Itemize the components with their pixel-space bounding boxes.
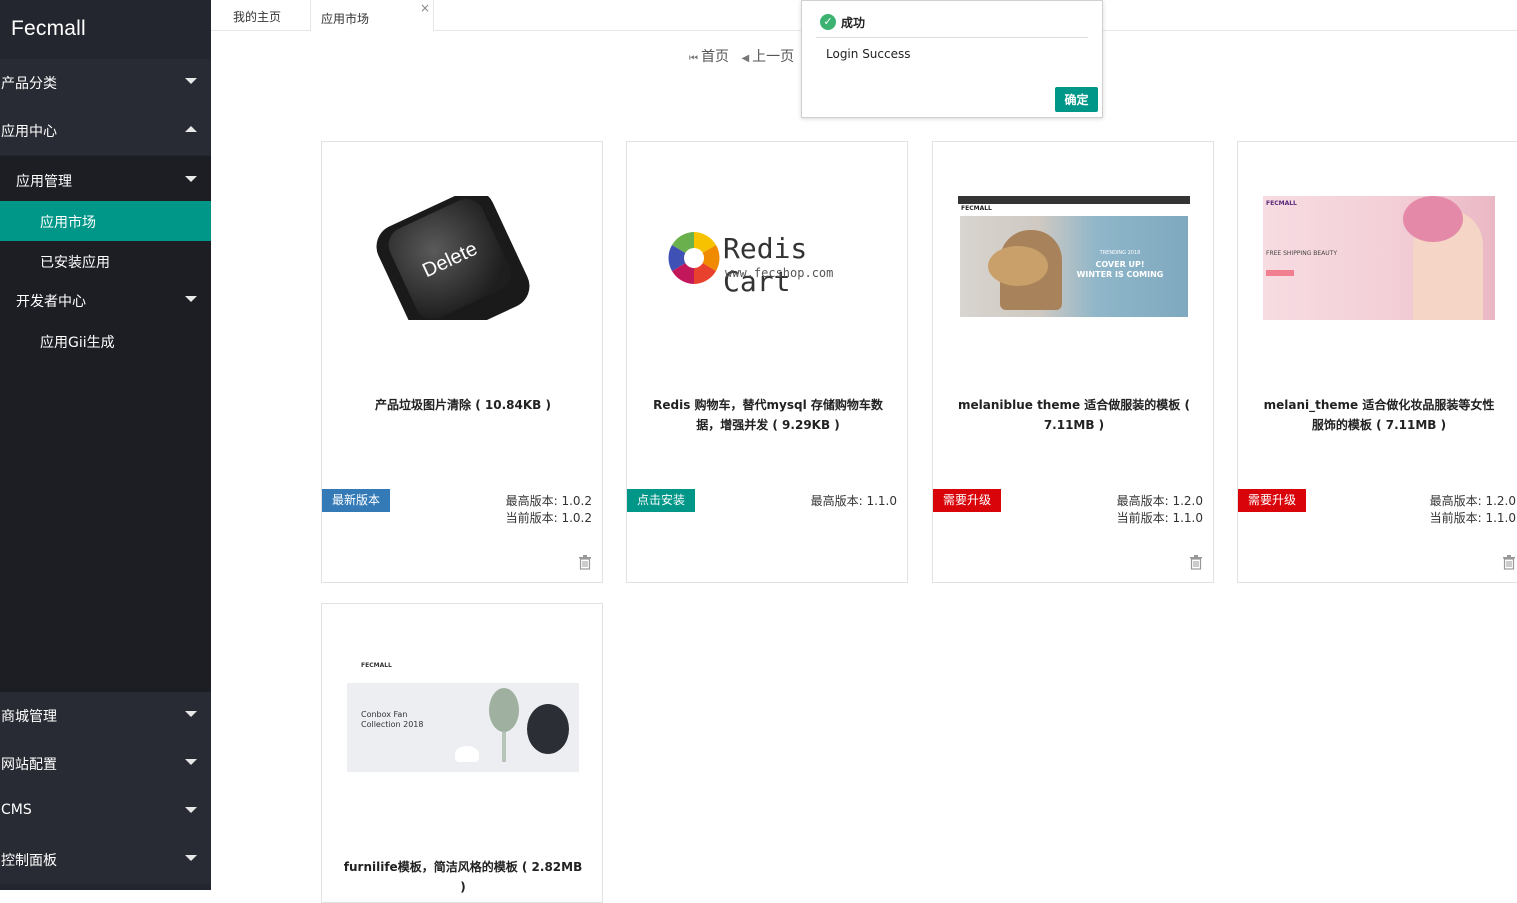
sidebar-item-site-config[interactable]: 网站配置 [0,740,211,788]
trash-icon[interactable] [1189,554,1203,570]
trash-icon[interactable] [1502,554,1516,570]
sidebar-item-cms[interactable]: CMS [0,788,211,836]
tab-home[interactable]: 我的主页 [211,0,311,31]
current-version-text: 当前版本: 1.1.0 [1116,511,1203,525]
dialog-header: ✓ 成功 [816,12,1088,38]
banner-text-collection: Collection 2018 [361,720,424,729]
prev-page-icon: ◀ [741,53,750,64]
dialog-message: Login Success [826,47,911,61]
upgrade-button[interactable]: 需要升级 [1238,489,1307,512]
sidebar: Fecmall 产品分类 应用中心 应用管理 应用市场 已安装应用 开发者中心 … [0,0,211,890]
screenshot-logo: FECMALL [1266,200,1297,207]
screenshot-header: FECMALL [958,204,1190,216]
screenshot-header: FECMALL [347,648,579,684]
sidebar-submenu: 应用管理 应用市场 已安装应用 开发者中心 应用Gii生成 [0,156,211,692]
sidebar-item-label: 应用中心 [1,124,57,140]
prev-page-label: 上一页 [752,49,795,65]
screenshot-logo: FECMALL [961,205,992,212]
redis-cart-logo-title: Redis Cart [723,232,808,298]
banner-text-cover: COVER UP! [1095,260,1145,269]
screenshot-topbar [958,196,1190,204]
sidebar-item-label: 开发者中心 [16,294,86,310]
app-title: 产品垃圾图片清除 ( 10.84KB ) [375,398,551,412]
latest-version-text: 最高版本: 1.2.0 [1116,494,1203,508]
app-title: furnilife模板，简洁风格的模板 ( 2.82MB ) [343,860,583,894]
sidebar-item-label: CMS [1,802,32,818]
app-card: Redis Cart www.fecshop.com Redis 购物车，替代m… [626,141,908,583]
latest-version-text: 最高版本: 1.0.2 [505,494,592,508]
screenshot-banner: TRENDING 2018 COVER UP! WINTER IS COMING [960,216,1188,317]
dialog-title: 成功 [841,16,866,30]
sidebar-item-label: 产品分类 [1,76,57,92]
close-icon[interactable]: × [420,1,430,15]
melani-screenshot: FECMALL FREE SHIPPING BEAUTY [1263,196,1495,320]
latest-version-badge[interactable]: 最新版本 [322,489,391,512]
sidebar-item-label: 应用管理 [16,174,72,190]
sidebar-item-label: 商城管理 [1,709,57,725]
chevron-down-icon [185,759,197,765]
current-version-text: 当前版本: 1.1.0 [1429,511,1516,525]
sidebar-item-installed-apps[interactable]: 已安装应用 [0,241,211,281]
screenshot-logo: FECMALL [361,662,392,669]
chevron-up-icon [185,126,197,132]
app-card: FECMALL FREE SHIPPING BEAUTY melani_them… [1237,141,1517,583]
first-page-label: 首页 [701,49,729,65]
latest-version-text: 最高版本: 1.2.0 [1429,494,1516,508]
upgrade-button[interactable]: 需要升级 [933,489,1002,512]
banner-text-fan: Conbox Fan [361,710,408,719]
furnilife-screenshot: FECMALL Conbox Fan Collection 2018 [347,648,579,794]
sidebar-item-label: 控制面板 [1,853,57,869]
screenshot-banner: Conbox Fan Collection 2018 [347,684,579,772]
sidebar-item-mall-management[interactable]: 商城管理 [0,692,211,740]
latest-version-text: 最高版本: 1.1.0 [810,494,897,508]
chevron-down-icon [185,807,197,813]
app-title: melani_theme 适合做化妆品服装等女性服饰的模板 ( 7.11MB ) [1263,398,1495,432]
screenshot-banner: FECMALL FREE SHIPPING BEAUTY [1263,196,1495,320]
sidebar-item-label: 网站配置 [1,757,57,773]
tab-label: 我的主页 [233,10,282,24]
success-dialog: ✓ 成功 Login Success 确定 [801,0,1103,118]
sidebar-item-control-panel[interactable]: 控制面板 [0,836,211,884]
app-card: FECMALL Conbox Fan Collection 2018 furni… [321,603,603,903]
current-version-text: 当前版本: 1.0.2 [505,511,592,525]
banner-text-shipping: FREE SHIPPING BEAUTY [1266,250,1337,257]
chevron-down-icon [185,78,197,84]
sidebar-item-app-market[interactable]: 应用市场 [0,201,211,241]
sidebar-item-app-management[interactable]: 应用管理 [0,160,211,200]
tab-app-market[interactable]: 应用市场 × [311,0,434,32]
sidebar-item-label: 已安装应用 [40,255,110,271]
chevron-down-icon [185,176,197,182]
prev-page-link[interactable]: ◀ 上一页 [741,46,794,66]
app-title: melaniblue theme 适合做服装的模板 ( 7.11MB ) [958,398,1190,432]
app-title: Redis 购物车，替代mysql 存储购物车数据，增强并发 ( 9.29KB … [653,398,883,432]
redis-cart-logo-url: www.fecshop.com [725,266,834,280]
chevron-down-icon [185,855,197,861]
sidebar-item-developer-center[interactable]: 开发者中心 [0,280,211,320]
sidebar-item-label: 应用市场 [40,215,96,231]
tab-label: 应用市场 [321,12,370,26]
pagination: ⏮ 首页 ◀ 上一页 [689,46,802,66]
sidebar-item-app-center[interactable]: 应用中心 [0,107,211,155]
first-page-icon: ⏮ [689,53,698,64]
sidebar-item-product-category[interactable]: 产品分类 [0,59,211,107]
chevron-down-icon [185,296,197,302]
chevron-down-icon [185,711,197,717]
delete-key-image: Delete [347,196,579,320]
first-page-link[interactable]: ⏮ 首页 [689,46,729,66]
check-circle-icon: ✓ [820,14,836,30]
dialog-ok-button[interactable]: 确定 [1055,87,1098,112]
banner-text-trending: TRENDING 2018 [1099,250,1141,256]
melaniblue-screenshot: FECMALL TRENDING 2018 COVER UP! WINTER I… [958,196,1190,320]
banner-text-winter: WINTER IS COMING [1076,270,1164,279]
app-card: Delete 产品垃圾图片清除 ( 10.84KB ) 最新版本 最高版本: 1… [321,141,603,583]
brand-logo[interactable]: Fecmall [11,17,86,41]
redis-cart-logo: Redis Cart www.fecshop.com [652,196,884,320]
install-button[interactable]: 点击安装 [627,489,696,512]
trash-icon[interactable] [578,554,592,570]
sidebar-item-app-gii[interactable]: 应用Gii生成 [0,321,211,361]
app-card: FECMALL TRENDING 2018 COVER UP! WINTER I… [932,141,1214,583]
sidebar-item-label: 应用Gii生成 [40,335,115,351]
